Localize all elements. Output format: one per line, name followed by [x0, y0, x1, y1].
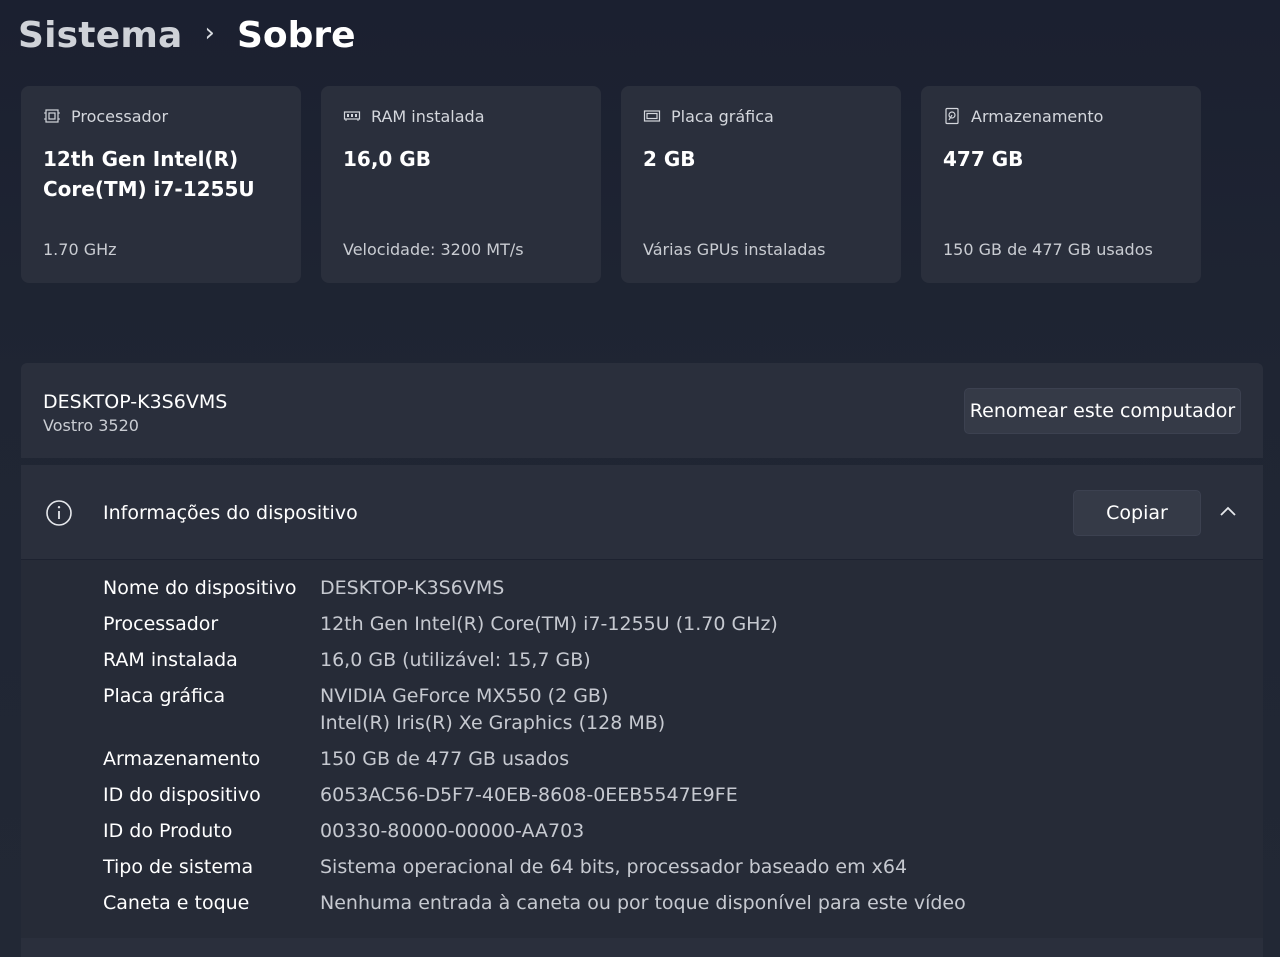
breadcrumb-chevron-icon: ›	[204, 18, 215, 48]
device-info-list: Nome do dispositivo DESKTOP-K3S6VMS Proc…	[103, 575, 966, 926]
info-label: Placa gráfica	[103, 685, 226, 707]
info-value: 00330-80000-00000-AA703	[320, 818, 584, 845]
info-value: 6053AC56-D5F7-40EB-8608-0EEB5547E9FE	[320, 782, 738, 809]
processor-icon	[43, 107, 61, 125]
info-value-line: Intel(R) Iris(R) Xe Graphics (128 MB)	[320, 712, 666, 734]
card-title: Armazenamento	[971, 106, 1104, 126]
info-label: Tipo de sistema	[103, 856, 254, 878]
spec-cards: Processador 12th Gen Intel(R) Core(TM) i…	[21, 86, 1201, 283]
info-row-system-type: Tipo de sistema Sistema operacional de 6…	[103, 854, 966, 881]
card-title: Processador	[71, 106, 169, 126]
info-row-pen-touch: Caneta e toque Nenhuma entrada à caneta …	[103, 890, 966, 917]
card-title: Placa gráfica	[671, 106, 774, 126]
card-subtitle: Várias GPUs instaladas	[643, 240, 826, 259]
breadcrumb: Sistema › Sobre	[18, 10, 356, 60]
card-processor: Processador 12th Gen Intel(R) Core(TM) i…	[21, 86, 301, 283]
device-info-title: Informações do dispositivo	[103, 502, 358, 524]
rename-computer-button[interactable]: Renomear este computador	[964, 388, 1241, 434]
info-value-line: 16,0 GB (utilizável: 15,7 GB)	[320, 649, 591, 671]
info-value-line: NVIDIA GeForce MX550 (2 GB)	[320, 685, 609, 707]
info-row-storage: Armazenamento 150 GB de 477 GB usados	[103, 746, 966, 773]
info-value: 16,0 GB (utilizável: 15,7 GB)	[320, 647, 591, 674]
info-row-gpu: Placa gráfica NVIDIA GeForce MX550 (2 GB…	[103, 683, 966, 737]
info-label: Caneta e toque	[103, 892, 250, 914]
card-value: 2 GB	[643, 147, 696, 171]
gpu-icon	[643, 107, 661, 125]
info-icon	[46, 500, 72, 526]
info-value: NVIDIA GeForce MX550 (2 GB) Intel(R) Iri…	[320, 683, 665, 737]
card-gpu: Placa gráfica 2 GB Várias GPUs instalada…	[621, 86, 901, 283]
info-label: RAM instalada	[103, 649, 238, 671]
info-label: Processador	[103, 613, 219, 635]
storage-icon	[943, 107, 961, 125]
card-subtitle: 1.70 GHz	[43, 240, 117, 259]
card-value: 12th Gen Intel(R) Core(TM) i7-1255U	[43, 147, 255, 201]
info-label: Armazenamento	[103, 748, 261, 770]
info-label: Nome do dispositivo	[103, 577, 297, 599]
device-info-panel: Informações do dispositivo Copiar Nome d…	[21, 465, 1263, 957]
info-value: Sistema operacional de 64 bits, processa…	[320, 854, 907, 881]
info-label: ID do dispositivo	[103, 784, 261, 806]
computer-name-row: DESKTOP-K3S6VMS Vostro 3520 Renomear est…	[21, 363, 1263, 458]
page-title: Sobre	[236, 14, 356, 56]
info-value-line: DESKTOP-K3S6VMS	[320, 577, 505, 599]
info-value: 12th Gen Intel(R) Core(TM) i7-1255U (1.7…	[320, 611, 778, 638]
copy-button[interactable]: Copiar	[1073, 490, 1201, 536]
info-value: DESKTOP-K3S6VMS	[320, 575, 504, 602]
info-value: 150 GB de 477 GB usados	[320, 746, 569, 773]
info-value: Nenhuma entrada à caneta ou por toque di…	[320, 890, 966, 917]
info-value-line: 6053AC56-D5F7-40EB-8608-0EEB5547E9FE	[320, 784, 738, 806]
info-row-device-id: ID do dispositivo 6053AC56-D5F7-40EB-860…	[103, 782, 966, 809]
breadcrumb-parent[interactable]: Sistema	[18, 15, 183, 56]
info-row-processor: Processador 12th Gen Intel(R) Core(TM) i…	[103, 611, 966, 638]
card-subtitle: 150 GB de 477 GB usados	[943, 240, 1153, 259]
info-value-line: 00330-80000-00000-AA703	[320, 820, 585, 842]
card-ram: RAM instalada 16,0 GB Velocidade: 3200 M…	[321, 86, 601, 283]
info-row-ram: RAM instalada 16,0 GB (utilizável: 15,7 …	[103, 647, 966, 674]
chevron-up-icon[interactable]	[1217, 501, 1239, 523]
device-info-header[interactable]: Informações do dispositivo Copiar	[21, 465, 1263, 560]
info-row-product-id: ID do Produto 00330-80000-00000-AA703	[103, 818, 966, 845]
card-subtitle: Velocidade: 3200 MT/s	[343, 240, 524, 259]
card-storage: Armazenamento 477 GB 150 GB de 477 GB us…	[921, 86, 1201, 283]
computer-name: DESKTOP-K3S6VMS	[43, 391, 228, 413]
info-row-device-name: Nome do dispositivo DESKTOP-K3S6VMS	[103, 575, 966, 602]
next-section-edge	[21, 938, 1263, 957]
card-value: 477 GB	[943, 147, 1024, 171]
computer-model: Vostro 3520	[43, 416, 139, 435]
ram-icon	[343, 107, 361, 125]
info-value-line: 150 GB de 477 GB usados	[320, 748, 570, 770]
card-title: RAM instalada	[371, 106, 485, 126]
info-label: ID do Produto	[103, 820, 233, 842]
info-value-line: Nenhuma entrada à caneta ou por toque di…	[320, 892, 966, 914]
card-value: 16,0 GB	[343, 147, 431, 171]
info-value-line: 12th Gen Intel(R) Core(TM) i7-1255U (1.7…	[320, 613, 778, 635]
info-value-line: Sistema operacional de 64 bits, processa…	[320, 856, 908, 878]
